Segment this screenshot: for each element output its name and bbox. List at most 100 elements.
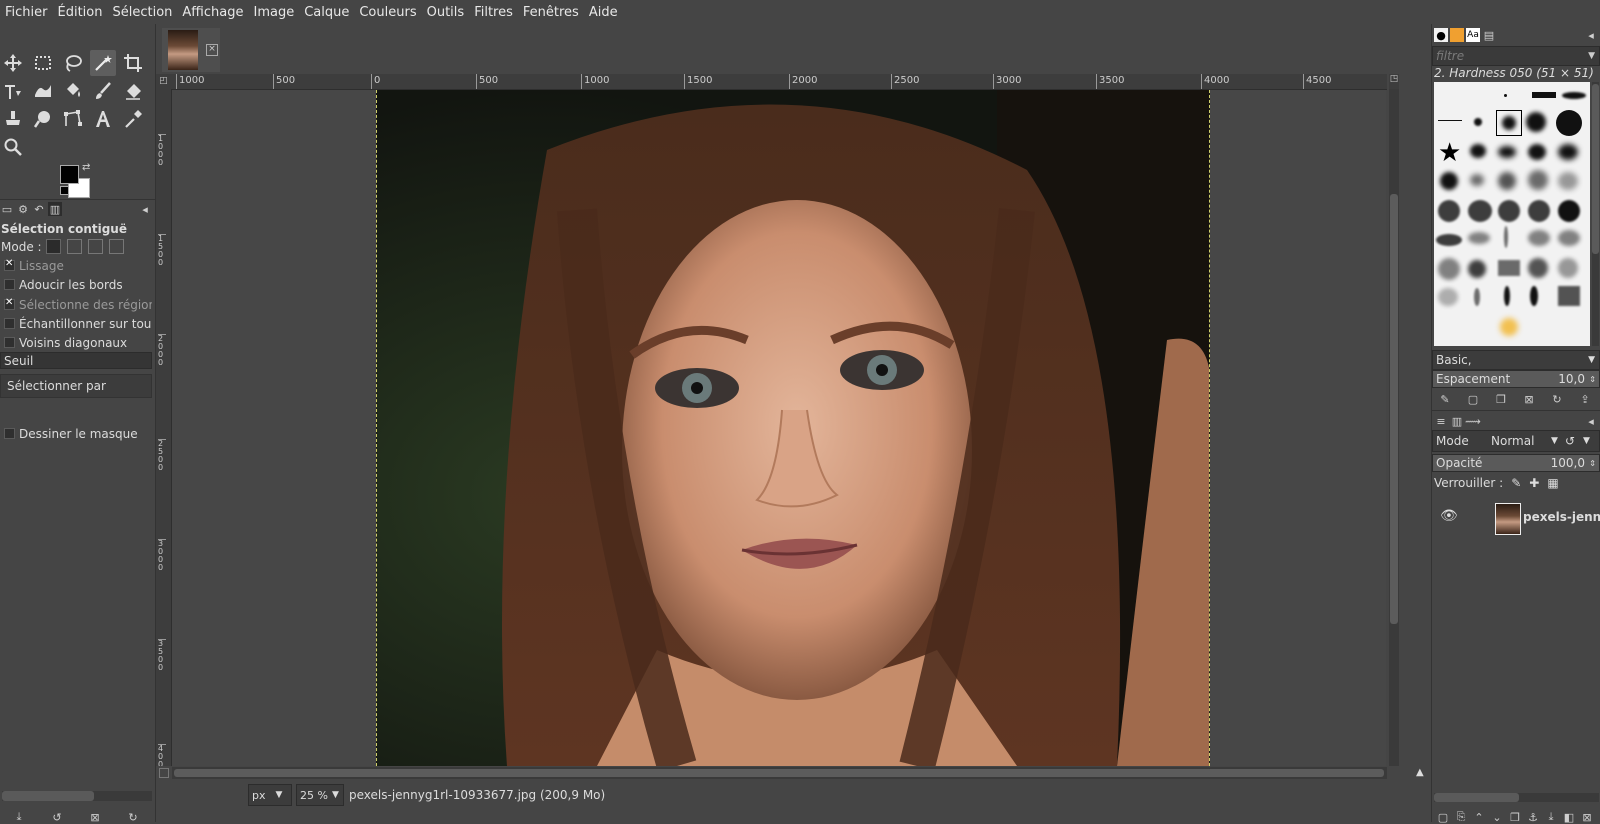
zoom-combo[interactable]: 25 % ▼: [296, 784, 344, 806]
menu-image[interactable]: Image: [248, 5, 299, 20]
patterns-tab-icon[interactable]: [1450, 28, 1464, 42]
brush-item[interactable]: [1470, 174, 1484, 186]
unit-combo[interactable]: px ▼: [248, 784, 292, 806]
layer-mode-reset-icon[interactable]: ↺: [1565, 434, 1575, 448]
eraser-tool-icon[interactable]: [120, 78, 146, 104]
lissage-checkbox[interactable]: [4, 258, 15, 271]
toolbox-scrollbar[interactable]: [2, 791, 152, 801]
brush-item[interactable]: [1558, 230, 1580, 246]
brush-item[interactable]: [1528, 144, 1546, 160]
horizontal-scrollbar[interactable]: [172, 767, 1387, 779]
brush-item[interactable]: [1504, 226, 1508, 248]
color-picker-tool-icon[interactable]: [120, 106, 146, 132]
brush-item[interactable]: [1528, 170, 1548, 190]
brush-item[interactable]: [1504, 94, 1507, 97]
ruler-corner-icon[interactable]: ◰: [156, 74, 171, 89]
rect-select-tool-icon[interactable]: [30, 50, 56, 76]
refresh-brushes-icon[interactable]: ↻: [1550, 392, 1564, 406]
device-status-tab-icon[interactable]: ⚙: [16, 202, 30, 216]
seuil-slider[interactable]: Seuil: [0, 352, 152, 369]
menu-couleurs[interactable]: Couleurs: [354, 5, 421, 20]
close-tab-icon[interactable]: ×: [206, 44, 218, 56]
layer-mode-combo[interactable]: Normal: [1491, 434, 1534, 448]
mode-subtract-button[interactable]: [87, 239, 103, 254]
move-tool-icon[interactable]: [0, 50, 26, 76]
brush-item[interactable]: [1528, 230, 1550, 246]
voisins-option[interactable]: Voisins diagonaux: [0, 333, 152, 352]
brush-item[interactable]: [1528, 258, 1548, 278]
layers-scroll-thumb[interactable]: [1434, 793, 1519, 802]
brush-item-selected[interactable]: [1496, 110, 1522, 136]
horizontal-scroll-thumb[interactable]: [174, 769, 1384, 777]
vertical-scrollbar[interactable]: [1389, 89, 1399, 766]
brush-preset-combo[interactable]: Basic, ▼: [1432, 350, 1600, 370]
histogram-tab-icon[interactable]: ▥: [48, 202, 62, 216]
mode-add-button[interactable]: [66, 239, 82, 254]
brush-grid-scroll-thumb[interactable]: [1592, 84, 1599, 254]
selectionner-par-combo[interactable]: Sélectionner par: [0, 374, 152, 398]
brush-item[interactable]: [1558, 144, 1578, 160]
selectionne-regions-option[interactable]: Sélectionne des régions: [0, 295, 152, 314]
new-brush-icon[interactable]: ▢: [1466, 392, 1480, 406]
brush-item[interactable]: [1558, 200, 1580, 222]
undo-history-tab-icon[interactable]: ↶: [32, 202, 46, 216]
brush-item[interactable]: [1562, 92, 1586, 99]
brush-item[interactable]: [1530, 286, 1538, 306]
vertical-scroll-thumb[interactable]: [1390, 194, 1398, 624]
lock-pixels-icon[interactable]: ✎: [1511, 476, 1521, 490]
horizontal-ruler[interactable]: 1000 500 0 500 1000 1500 2000 2500 3000 3500 4000 4…: [171, 74, 1387, 90]
brush-item[interactable]: [1498, 260, 1520, 276]
brush-item[interactable]: [1468, 260, 1486, 278]
echantillonner-option[interactable]: Échantillonner sur tous: [0, 314, 152, 333]
brush-item[interactable]: [1474, 288, 1480, 306]
spinner-icon[interactable]: ⇕: [1589, 459, 1596, 468]
brush-item[interactable]: [1438, 258, 1460, 280]
brush-item[interactable]: [1436, 234, 1462, 246]
menu-selection[interactable]: Sélection: [107, 5, 177, 20]
layers-dock-menu-icon[interactable]: ◂: [1584, 414, 1598, 428]
vertical-ruler[interactable]: 1000 1500 2000 2500 3000 3500 4000: [156, 89, 172, 766]
brush-item[interactable]: [1558, 286, 1580, 306]
fonts-tab-icon[interactable]: Aa: [1466, 28, 1480, 42]
brush-item[interactable]: [1528, 200, 1550, 222]
warp-tool-icon[interactable]: [30, 78, 56, 104]
edit-brush-icon[interactable]: ✎: [1438, 392, 1452, 406]
brush-item[interactable]: [1532, 92, 1556, 98]
brush-item[interactable]: [1558, 258, 1578, 278]
zoom-tool-icon[interactable]: [0, 134, 26, 160]
open-brush-icon[interactable]: ⇪: [1578, 392, 1592, 406]
toolbox-scroll-thumb[interactable]: [2, 791, 94, 801]
clone-tool-icon[interactable]: [0, 106, 26, 132]
brush-item[interactable]: [1498, 146, 1516, 158]
layers-scrollbar[interactable]: [1434, 793, 1599, 802]
brush-item[interactable]: [1440, 172, 1458, 190]
brush-item[interactable]: [1474, 118, 1482, 126]
lissage-option[interactable]: Lissage: [0, 256, 152, 275]
brush-item[interactable]: [1468, 232, 1490, 244]
channels-tab-icon[interactable]: ▥: [1450, 414, 1464, 428]
paths-tool-icon[interactable]: [60, 106, 86, 132]
foreground-color-swatch[interactable]: [60, 165, 79, 184]
menu-calque[interactable]: Calque: [299, 5, 354, 20]
brush-item[interactable]: [1470, 144, 1486, 158]
echantillonner-checkbox[interactable]: [4, 318, 15, 329]
menu-edition[interactable]: Édition: [53, 5, 108, 20]
brush-filter-input[interactable]: filtre ▼: [1432, 46, 1600, 66]
eye-icon[interactable]: 👁: [1440, 508, 1458, 524]
brush-item[interactable]: [1498, 172, 1516, 190]
image-canvas[interactable]: [376, 90, 1210, 766]
brush-item[interactable]: [1526, 112, 1546, 132]
brushes-tab-icon[interactable]: ●: [1434, 28, 1448, 42]
adoucir-option[interactable]: Adoucir les bords: [0, 275, 152, 294]
swap-colors-icon[interactable]: ⇄: [82, 163, 91, 173]
quick-mask-toggle[interactable]: [159, 768, 169, 778]
spinner-icon[interactable]: ⇕: [1589, 375, 1596, 384]
brush-item[interactable]: [1558, 172, 1578, 190]
selectionne-regions-checkbox[interactable]: [4, 297, 15, 310]
image-tab[interactable]: ×: [162, 28, 220, 72]
lasso-tool-icon[interactable]: [60, 50, 86, 76]
text-tool-icon[interactable]: [90, 106, 116, 132]
dessiner-masque-option[interactable]: Dessiner le masque: [0, 424, 152, 443]
documents-tab-icon[interactable]: ▤: [1482, 28, 1496, 42]
brush-item[interactable]: [1438, 288, 1458, 306]
